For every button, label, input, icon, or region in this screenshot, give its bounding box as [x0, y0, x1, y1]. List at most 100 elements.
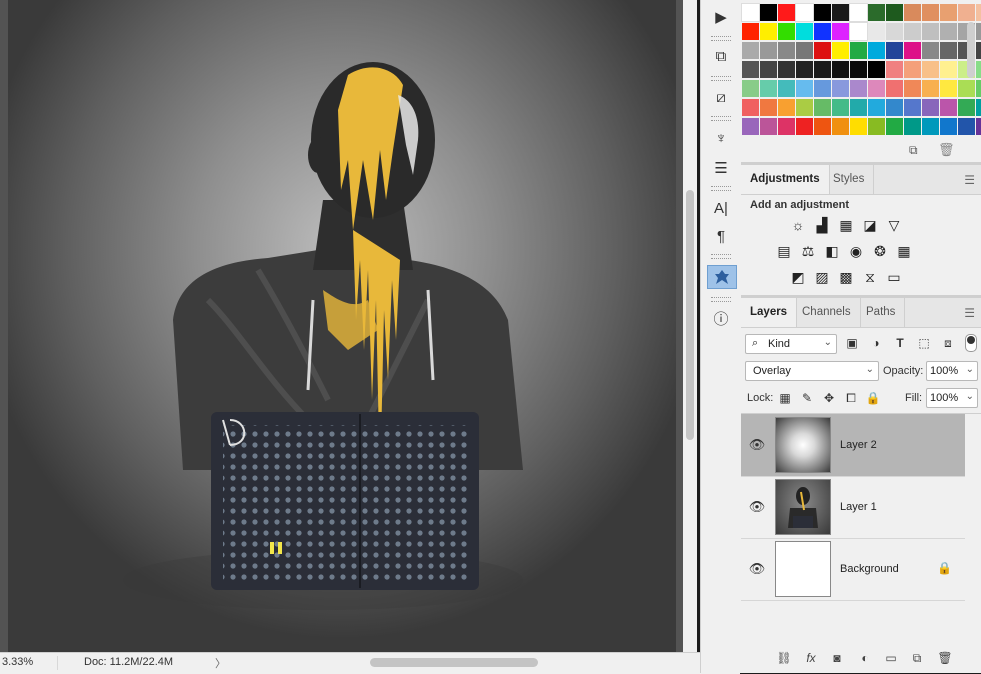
color-swatch[interactable] — [760, 99, 777, 116]
lock-transparent-icon[interactable]: ▦ — [777, 390, 793, 406]
levels-icon[interactable]: ▟ — [813, 217, 831, 233]
color-swatch[interactable] — [940, 80, 957, 97]
color-swatch[interactable] — [904, 80, 921, 97]
color-swatch[interactable] — [814, 118, 831, 135]
color-swatch[interactable] — [904, 23, 921, 40]
grip-divider[interactable] — [711, 36, 731, 41]
link-layers-icon[interactable]: ⛓ — [775, 650, 793, 666]
color-swatch[interactable] — [742, 118, 759, 135]
status-menu-arrow-icon[interactable]: 〉 — [215, 655, 226, 671]
grip-divider[interactable] — [711, 297, 731, 302]
color-swatch[interactable] — [814, 99, 831, 116]
libraries-icon[interactable] — [707, 265, 737, 289]
exposure-icon[interactable]: ◪ — [861, 217, 879, 233]
color-swatch[interactable] — [976, 23, 981, 40]
lock-icon[interactable]: 🔒 — [937, 561, 952, 575]
color-swatch[interactable] — [850, 118, 867, 135]
filter-type-icon[interactable]: T — [891, 335, 909, 351]
color-swatch[interactable] — [868, 80, 885, 97]
swatch-scroll-thumb[interactable] — [967, 22, 975, 78]
color-swatch[interactable] — [940, 118, 957, 135]
color-swatch[interactable] — [976, 4, 981, 21]
vibrance-icon[interactable]: ▽ — [885, 217, 903, 233]
tab-paths[interactable]: Paths — [857, 298, 906, 327]
info-icon[interactable]: ⓘ — [707, 307, 735, 329]
color-swatch[interactable] — [741, 3, 760, 22]
color-swatch[interactable] — [832, 61, 849, 78]
lock-artboard-icon[interactable]: ⧠ — [843, 390, 859, 406]
panel-menu-icon[interactable]: ☰ — [964, 173, 975, 187]
color-swatch[interactable] — [778, 61, 795, 78]
posterize-icon[interactable]: ▨ — [813, 269, 831, 285]
color-swatch[interactable] — [886, 42, 903, 59]
color-swatch[interactable] — [904, 4, 921, 21]
color-swatch[interactable] — [832, 4, 849, 21]
color-swatch[interactable] — [814, 42, 831, 59]
color-swatch[interactable] — [814, 23, 831, 40]
color-swatch[interactable] — [886, 99, 903, 116]
color-swatch[interactable] — [886, 80, 903, 97]
new-layer-icon[interactable]: ⧉ — [908, 650, 926, 666]
filter-pixel-icon[interactable]: ▣ — [843, 335, 861, 351]
color-swatch[interactable] — [795, 3, 814, 22]
color-swatch[interactable] — [976, 61, 981, 78]
eye-icon[interactable]: 👁 — [749, 561, 766, 577]
color-swatch[interactable] — [796, 23, 813, 40]
transform-icon[interactable]: ⧄ — [707, 86, 735, 108]
canvas-vertical-scrollbar[interactable] — [683, 0, 697, 652]
color-swatch[interactable] — [922, 23, 939, 40]
color-swatch[interactable] — [868, 4, 885, 21]
eye-icon[interactable]: 👁 — [749, 437, 766, 453]
color-swatch[interactable] — [868, 61, 885, 78]
color-swatch[interactable] — [742, 23, 759, 40]
character-icon[interactable]: A| — [707, 197, 735, 219]
color-swatch[interactable] — [850, 99, 867, 116]
color-swatch[interactable] — [778, 23, 795, 40]
brushes-icon[interactable]: ♆ — [707, 127, 735, 149]
color-swatch[interactable] — [760, 23, 777, 40]
color-swatch[interactable] — [778, 80, 795, 97]
new-adjustment-layer-icon[interactable]: ◐ — [856, 650, 874, 666]
grip-divider[interactable] — [711, 76, 731, 81]
color-swatch[interactable] — [904, 99, 921, 116]
grip-divider[interactable] — [711, 254, 731, 259]
color-swatch[interactable] — [868, 118, 885, 135]
color-balance-icon[interactable]: ⚖ — [799, 243, 817, 259]
tab-adjustments[interactable]: Adjustments — [741, 165, 830, 194]
color-swatch[interactable] — [976, 80, 981, 97]
add-mask-icon[interactable]: ◙ — [828, 650, 846, 666]
color-swatch[interactable] — [904, 118, 921, 135]
color-swatch[interactable] — [958, 118, 975, 135]
blend-mode-select[interactable]: Overlay ⌄ — [745, 361, 879, 381]
color-swatch[interactable] — [886, 4, 903, 21]
trash-icon[interactable]: 🗑 — [938, 142, 955, 158]
selective-color-icon[interactable]: ⧖ — [861, 269, 879, 285]
color-swatch[interactable] — [940, 42, 957, 59]
gradient-map-icon[interactable]: ▭ — [885, 269, 903, 285]
new-swatch-icon[interactable]: ⧉ — [909, 143, 918, 158]
tab-layers[interactable]: Layers — [741, 298, 798, 327]
color-swatch[interactable] — [940, 4, 957, 21]
layer-name[interactable]: Layer 2 — [840, 439, 877, 451]
color-swatch[interactable] — [958, 4, 975, 21]
color-swatch[interactable] — [796, 99, 813, 116]
color-swatch[interactable] — [868, 42, 885, 59]
trash-icon[interactable]: 🗑 — [936, 650, 954, 666]
layer-row-layer-2[interactable]: 👁 Layer 2 — [741, 414, 965, 477]
color-swatch[interactable] — [904, 42, 921, 59]
new-group-icon[interactable]: ▭ — [882, 650, 900, 666]
invert-icon[interactable]: ◩ — [789, 269, 807, 285]
tab-styles[interactable]: Styles — [824, 165, 875, 194]
color-lookup-icon[interactable]: ▦ — [895, 243, 913, 259]
color-swatch[interactable] — [922, 4, 939, 21]
color-swatch[interactable] — [922, 61, 939, 78]
lock-move-icon[interactable]: ✥ — [821, 390, 837, 406]
color-swatch[interactable] — [832, 99, 849, 116]
lock-brush-icon[interactable]: ✎ — [799, 390, 815, 406]
color-swatch[interactable] — [940, 99, 957, 116]
color-swatch[interactable] — [814, 4, 831, 21]
lock-all-icon[interactable]: 🔒 — [865, 390, 881, 406]
color-swatch[interactable] — [832, 23, 849, 40]
properties-icon[interactable]: ☰ — [707, 157, 735, 179]
zoom-level[interactable]: 3.33% — [2, 656, 33, 668]
